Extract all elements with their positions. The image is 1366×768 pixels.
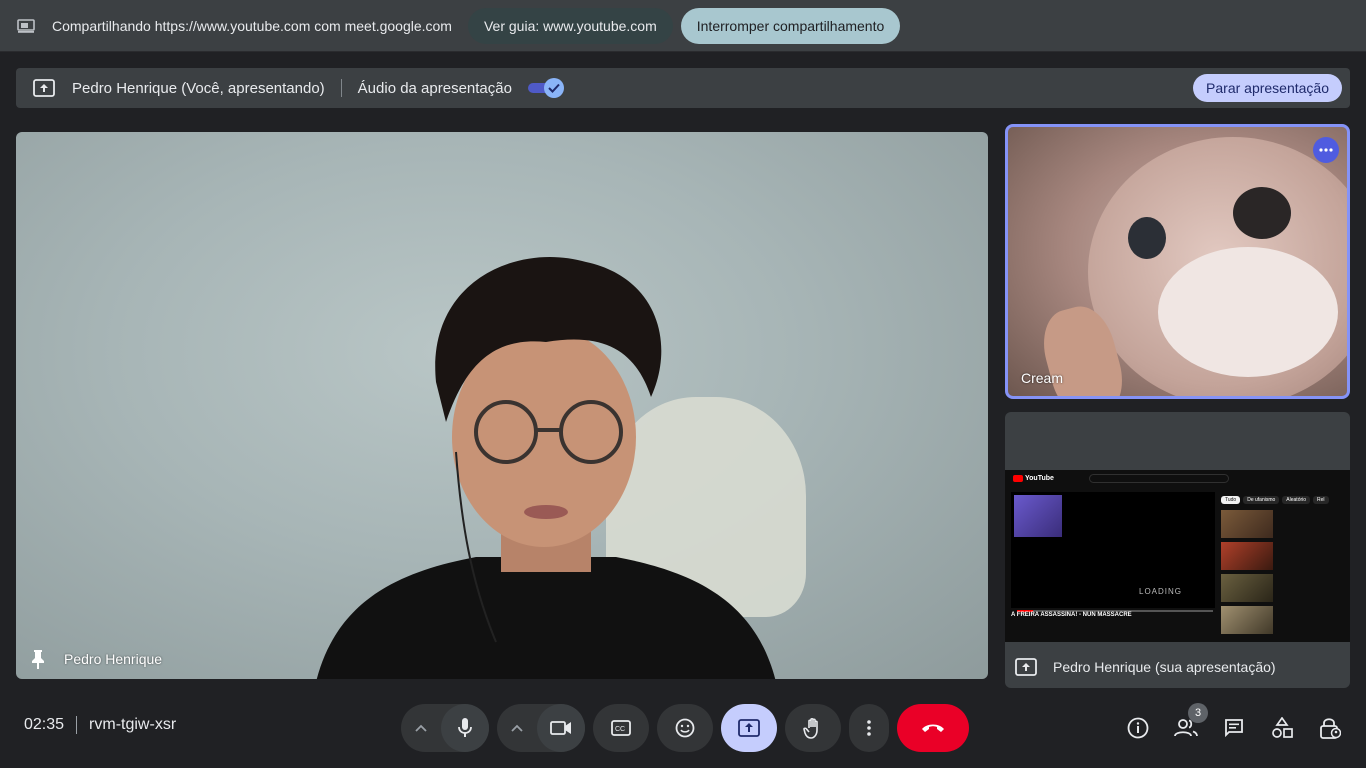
video-player: LOADING <box>1011 492 1215 612</box>
call-controls: CC <box>401 704 969 752</box>
present-screen-icon <box>1015 656 1037 678</box>
host-controls-button[interactable] <box>1306 704 1354 752</box>
meeting-tools: 3 <box>1114 703 1354 752</box>
present-now-button[interactable] <box>721 704 777 752</box>
microphone-group <box>401 704 489 752</box>
microphone-icon <box>458 718 472 737</box>
presentation-audio-toggle[interactable] <box>527 78 564 98</box>
info-icon <box>1127 717 1149 739</box>
stop-presenting-button[interactable]: Parar apresentação <box>1193 74 1342 102</box>
video-title: A FREIRA ASSASSINA! - NUN MASSACRE <box>1011 612 1132 618</box>
presentation-tile-label: Pedro Henrique (sua apresentação) <box>1015 656 1276 678</box>
presentation-preview-tile[interactable]: YouTube LOADING A FREIRA ASSASSINA! - NU… <box>1005 412 1350 688</box>
hand-icon <box>803 717 818 739</box>
chat-button[interactable] <box>1210 704 1258 752</box>
raise-hand-button[interactable] <box>785 704 841 752</box>
more-options-icon[interactable] <box>1313 137 1339 163</box>
presenter-label: Pedro Henrique (Você, apresentando) <box>72 79 325 97</box>
camera-button[interactable] <box>537 704 585 752</box>
sharing-message: Compartilhando https://www.youtube.com c… <box>52 17 452 34</box>
participants-count-badge: 3 <box>1188 703 1208 723</box>
check-icon <box>543 78 564 98</box>
divider <box>340 79 342 97</box>
sharing-bar: Compartilhando https://www.youtube.com c… <box>0 0 1366 52</box>
main-video-tile[interactable]: Pedro Henrique <box>16 132 988 679</box>
shared-tab-preview: YouTube LOADING A FREIRA ASSASSINA! - NU… <box>1005 470 1350 642</box>
view-tab-button[interactable]: Ver guia: www.youtube.com <box>467 7 673 44</box>
more-vert-icon <box>867 720 871 736</box>
presentation-label: Pedro Henrique (sua apresentação) <box>1053 659 1276 675</box>
screen-share-icon <box>16 16 36 36</box>
meeting-info: 02:35 rvm-tgiw-xsr <box>24 716 176 734</box>
audio-options-chevron-icon[interactable] <box>401 704 441 752</box>
more-options-button[interactable] <box>849 704 889 752</box>
stop-sharing-button[interactable]: Interromper compartilhamento <box>680 7 901 44</box>
presenting-bar: Pedro Henrique (Você, apresentando) Áudi… <box>16 68 1350 108</box>
meeting-time: 02:35 <box>24 716 65 733</box>
video-options-chevron-icon[interactable] <box>497 704 537 752</box>
chat-icon <box>1225 719 1243 738</box>
activities-button[interactable] <box>1258 704 1306 752</box>
main-tile-label: Pedro Henrique <box>28 649 162 669</box>
pin-icon[interactable] <box>28 649 48 669</box>
captions-icon: CC <box>611 720 631 736</box>
people-button[interactable]: 3 <box>1162 703 1210 752</box>
loading-text: LOADING <box>1139 587 1183 596</box>
camera-group <box>497 704 585 752</box>
youtube-logo: YouTube <box>1013 474 1054 482</box>
present-screen-icon <box>738 719 760 737</box>
participant-tile-cream[interactable]: Cream <box>1005 124 1350 399</box>
meeting-details-button[interactable] <box>1114 704 1162 752</box>
participant-name: Cream <box>1021 370 1064 386</box>
presentation-audio-label: Áudio da apresentação <box>357 79 512 97</box>
shapes-icon <box>1272 717 1293 738</box>
meeting-code: rvm-tgiw-xsr <box>89 716 177 733</box>
captions-button[interactable]: CC <box>593 704 649 752</box>
emoji-icon <box>675 718 695 738</box>
svg-text:CC: CC <box>615 726 625 733</box>
camera-icon <box>550 721 571 735</box>
lock-person-icon <box>1320 718 1341 739</box>
leave-call-button[interactable] <box>897 704 969 752</box>
participant-video <box>316 257 776 679</box>
participant-name: Pedro Henrique <box>64 651 163 667</box>
present-screen-icon <box>32 76 56 100</box>
recommendations: Tudo De ufanismo Aleatório Rel <box>1221 496 1343 638</box>
hang-up-icon <box>922 724 944 732</box>
bottom-bar: 02:35 rvm-tgiw-xsr CC 3 <box>0 696 1366 768</box>
reactions-button[interactable] <box>657 704 713 752</box>
microphone-button[interactable] <box>441 704 489 752</box>
